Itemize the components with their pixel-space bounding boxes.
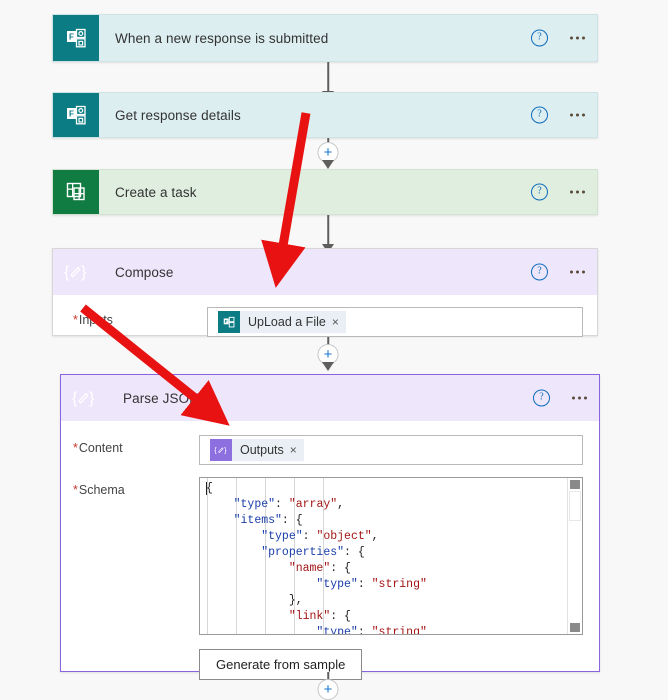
schema-line: "type": "string" [316,578,427,591]
connector-parse-json-to-next: + [313,672,343,700]
help-icon[interactable]: ? [531,183,548,201]
card-header-actions: ? [533,389,587,407]
svg-text:}: } [224,445,227,454]
more-options-icon[interactable] [570,36,585,40]
help-icon[interactable]: ? [531,106,548,124]
schema-line: }, [288,594,303,607]
remove-token-icon[interactable]: × [290,443,304,457]
card-header[interactable]: F Get response details ? [53,93,597,137]
schema-line: "name": { [288,562,351,575]
more-options-icon[interactable] [570,270,585,274]
flow-step-create-a-task[interactable]: Create a task ? [52,169,598,215]
parse-json-content-row: *Content { } Outputs × [73,435,583,465]
schema-line: "link": { [288,610,351,623]
parse-json-content-field[interactable]: { } Outputs × [199,435,583,465]
dynamic-content-token[interactable]: F UpLoad a File × [218,311,346,333]
parse-json-schema-editor[interactable]: { "type": "array", "items": { "type": "o… [199,477,583,635]
flow-step-title: Get response details [115,107,241,123]
connector-arrowhead [322,160,334,169]
scrollbar-thumb[interactable] [569,491,581,521]
compose-inputs-label: *Inputs [73,313,113,327]
svg-text:F: F [225,319,228,324]
required-marker: * [73,441,78,455]
flow-step-get-response-details[interactable]: F Get response details ? [52,92,598,138]
help-icon[interactable]: ? [531,29,548,47]
card-header-actions: ? [531,263,585,281]
card-header-actions: ? [531,106,585,124]
more-options-icon[interactable] [570,113,585,117]
svg-text:{: { [72,390,78,407]
svg-text:F: F [69,110,74,119]
flow-step-parse-json[interactable]: { } Parse JSON ? *Content { } Outputs × … [60,374,600,680]
card-header[interactable]: F When a new response is submitted ? [53,15,597,61]
microsoft-planner-icon [53,170,99,214]
microsoft-forms-icon: F [218,311,240,333]
connector-get-response-to-create-task: + [313,138,343,170]
help-icon[interactable]: ? [533,389,550,407]
compose-icon: { } [210,439,232,461]
token-label: UpLoad a File [248,315,326,329]
token-label: Outputs [240,443,284,457]
schema-code-text[interactable]: { "type": "array", "items": { "type": "o… [200,478,568,634]
schema-line: { [206,482,213,495]
compose-inputs-row: *Inputs F UpLoad a File × [67,307,583,337]
svg-text:{: { [64,264,70,281]
card-header[interactable]: { } Parse JSON ? [61,375,599,421]
text-caret [206,482,207,495]
flow-step-compose[interactable]: { } Compose ? *Inputs F UpLoad a File × [52,248,598,337]
microsoft-forms-icon: F [53,15,99,61]
svg-text:{: { [214,445,217,454]
parse-json-schema-row: *Schema { "type": "array", "items": { "t… [73,477,583,635]
card-header[interactable]: { } Compose ? [53,249,597,295]
help-icon[interactable]: ? [531,263,548,281]
schema-line: "items": { [233,514,303,527]
required-marker: * [73,483,78,497]
more-options-icon[interactable] [572,396,587,400]
compose-inputs-field[interactable]: F UpLoad a File × [207,307,583,337]
svg-text:}: } [89,390,95,407]
schema-line: "type": "string" [316,626,427,634]
scroll-up-arrow-icon[interactable] [570,480,580,489]
svg-text:F: F [69,33,74,42]
remove-token-icon[interactable]: × [332,315,346,329]
schema-line: "type": "array", [233,498,345,511]
parse-json-content-label: *Content [73,441,123,455]
schema-line: "type": "object", [261,530,379,543]
card-header[interactable]: Create a task ? [53,170,597,214]
required-marker: * [73,313,78,327]
connector-arrowhead [322,362,334,371]
flow-step-title: Parse JSON [123,390,200,406]
flow-step-title: Create a task [115,184,197,200]
parse-json-schema-label: *Schema [73,483,125,497]
microsoft-forms-icon: F [53,93,99,137]
parse-json-card-body: *Content { } Outputs × *Schema {"type":… [61,421,599,694]
connector-compose-to-parse-json: + [313,337,343,373]
dynamic-content-token[interactable]: { } Outputs × [210,439,304,461]
card-header-actions: ? [531,183,585,201]
more-options-icon[interactable] [570,190,585,194]
svg-text:}: } [81,264,87,281]
add-step-button[interactable]: + [317,679,339,700]
scroll-down-arrow-icon[interactable] [570,623,580,632]
schema-vertical-scrollbar[interactable] [567,478,582,634]
flow-step-title: Compose [115,264,174,280]
flow-step-when-a-new-response-is-submitted[interactable]: F When a new response is submitted ? [52,14,598,62]
connector-line [327,62,329,93]
compose-icon: { } [53,249,99,295]
compose-icon: { } [61,375,107,421]
flow-step-title: When a new response is submitted [115,30,329,46]
connector-line [327,215,329,246]
schema-line: "properties": { [261,546,365,559]
card-header-actions: ? [531,29,585,47]
